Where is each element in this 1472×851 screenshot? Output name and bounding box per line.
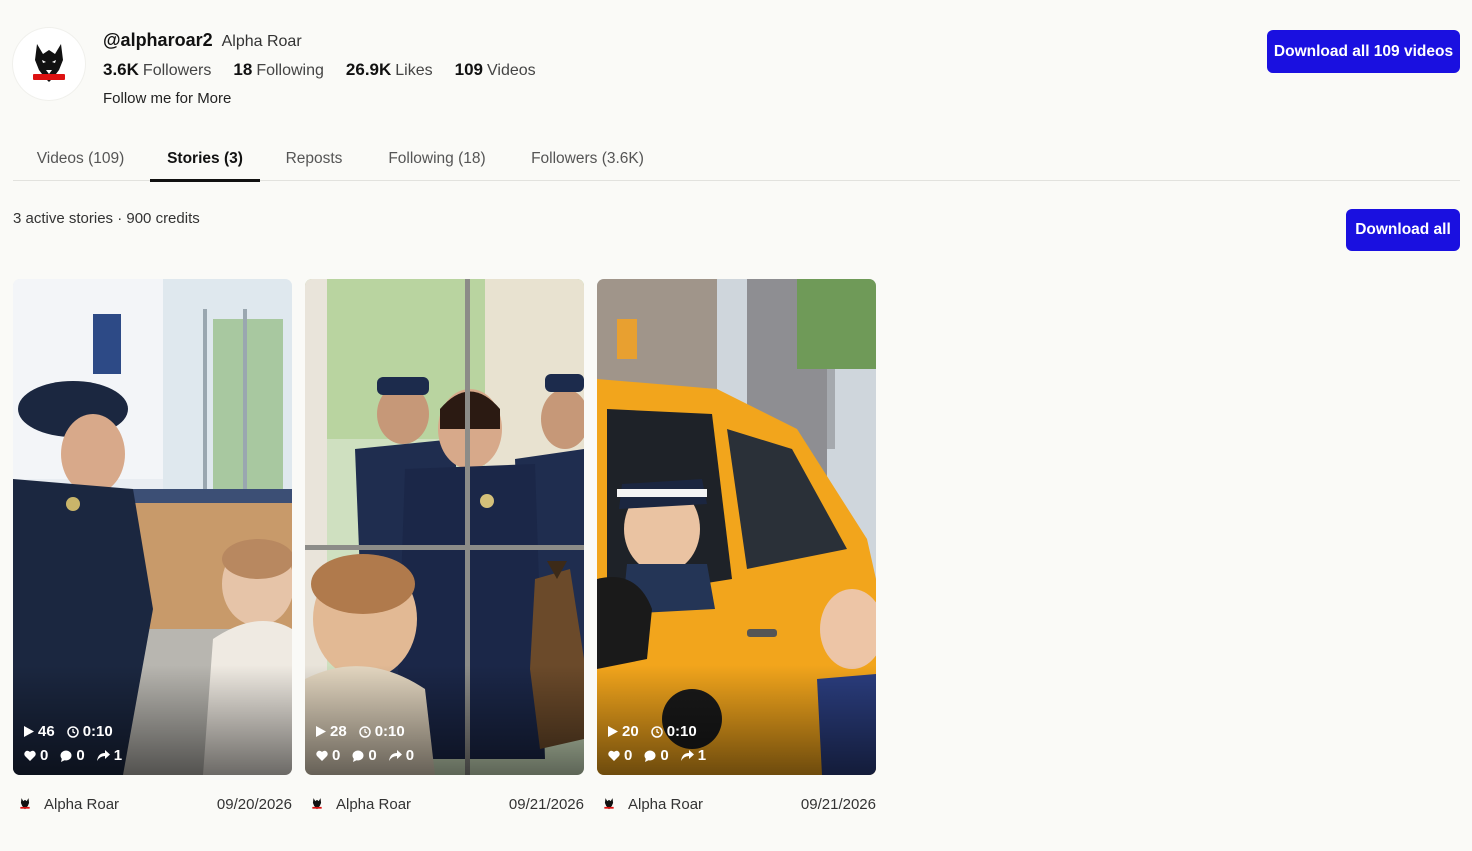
story-footer: Alpha Roar 09/20/2026 (13, 793, 292, 815)
share-icon (388, 750, 402, 761)
tab-stories[interactable]: Stories (3) (150, 138, 260, 182)
story-author[interactable]: Alpha Roar (336, 796, 509, 813)
profile-bio: Follow me for More (103, 90, 232, 107)
story-likes: 0 (624, 747, 633, 764)
profile-avatar[interactable] (13, 28, 85, 100)
heart-icon (24, 750, 36, 761)
stories-summary: 3 active stories · 900 credits (13, 210, 200, 227)
wolf-logo-icon (33, 44, 65, 82)
story-author[interactable]: Alpha Roar (44, 796, 217, 813)
share-icon (96, 750, 110, 761)
stat-following[interactable]: 18 Following (233, 60, 324, 80)
comment-icon (60, 750, 72, 762)
author-avatar[interactable] (600, 795, 618, 813)
share-icon (680, 750, 694, 761)
play-icon (316, 726, 326, 737)
heart-icon (316, 750, 328, 761)
story-likes: 0 (332, 747, 341, 764)
story-stats-primary: 28 0:10 (316, 723, 411, 740)
story-likes: 0 (40, 747, 49, 764)
story-shares: 1 (113, 747, 123, 764)
story-stats-secondary: 0 0 1 (24, 747, 128, 764)
story-card[interactable]: 46 0:10 0 0 1 (13, 279, 292, 775)
tab-reposts[interactable]: Reposts (275, 138, 353, 180)
wolf-logo-icon (20, 798, 30, 810)
story-shares: 0 (405, 747, 415, 764)
stat-videos[interactable]: 109 Videos (455, 60, 536, 80)
story-stats-primary: 46 0:10 (24, 723, 119, 740)
story-comments: 0 (660, 747, 669, 764)
stat-likes: 26.9K Likes (345, 60, 433, 79)
profile-handle: @alpharoar2 (103, 30, 213, 50)
tab-videos[interactable]: Videos (109) (23, 138, 138, 180)
story-footer: Alpha Roar 09/21/2026 (305, 793, 584, 815)
story-duration: 0:10 (82, 723, 113, 740)
wolf-logo-icon (312, 798, 322, 810)
profile-stats: 3.6K Followers 18 Following 26.9K Likes 109… (103, 60, 536, 80)
comment-icon (352, 750, 364, 762)
tab-following[interactable]: Following (18) (376, 138, 498, 180)
story-stats-primary: 20 0:10 (608, 723, 703, 740)
play-icon (608, 726, 618, 737)
story-card[interactable]: 20 0:10 0 0 1 (597, 279, 876, 775)
story-comments: 0 (368, 747, 377, 764)
story-duration: 0:10 (666, 723, 697, 740)
play-icon (24, 726, 34, 737)
story-card[interactable]: 28 0:10 0 0 0 (305, 279, 584, 775)
download-all-stories-button[interactable]: Download all (1346, 209, 1460, 251)
download-all-videos-button[interactable]: Download all 109 videos (1267, 30, 1460, 73)
story-views: 20 (622, 723, 639, 740)
clock-icon (66, 725, 79, 738)
clock-icon (650, 725, 663, 738)
story-stats-secondary: 0 0 0 (316, 747, 420, 764)
wolf-logo-icon (604, 798, 614, 810)
story-date: 09/21/2026 (800, 795, 876, 813)
story-duration: 0:10 (374, 723, 405, 740)
story-views: 46 (38, 723, 55, 740)
profile-tabs: Videos (109) Stories (3) Reposts Followi… (13, 138, 1460, 182)
story-shares: 1 (697, 747, 707, 764)
stat-followers[interactable]: 3.6K Followers (103, 60, 211, 80)
story-author[interactable]: Alpha Roar (628, 796, 801, 813)
profile-display-name: Alpha Roar (221, 33, 302, 50)
story-date: 09/21/2026 (508, 795, 584, 813)
clock-icon (358, 725, 371, 738)
tab-followers[interactable]: Followers (3.6K) (520, 138, 655, 180)
story-views: 28 (330, 723, 347, 740)
profile-info: @alpharoar2 Alpha Roar 3.6K Followers 18 F… (103, 30, 536, 107)
author-avatar[interactable] (16, 795, 34, 813)
comment-icon (644, 750, 656, 762)
heart-icon (608, 750, 620, 761)
story-comments: 0 (76, 747, 85, 764)
story-stats-secondary: 0 0 1 (608, 747, 712, 764)
author-avatar[interactable] (308, 795, 326, 813)
story-date: 09/20/2026 (216, 795, 292, 813)
story-footer: Alpha Roar 09/21/2026 (597, 793, 876, 815)
